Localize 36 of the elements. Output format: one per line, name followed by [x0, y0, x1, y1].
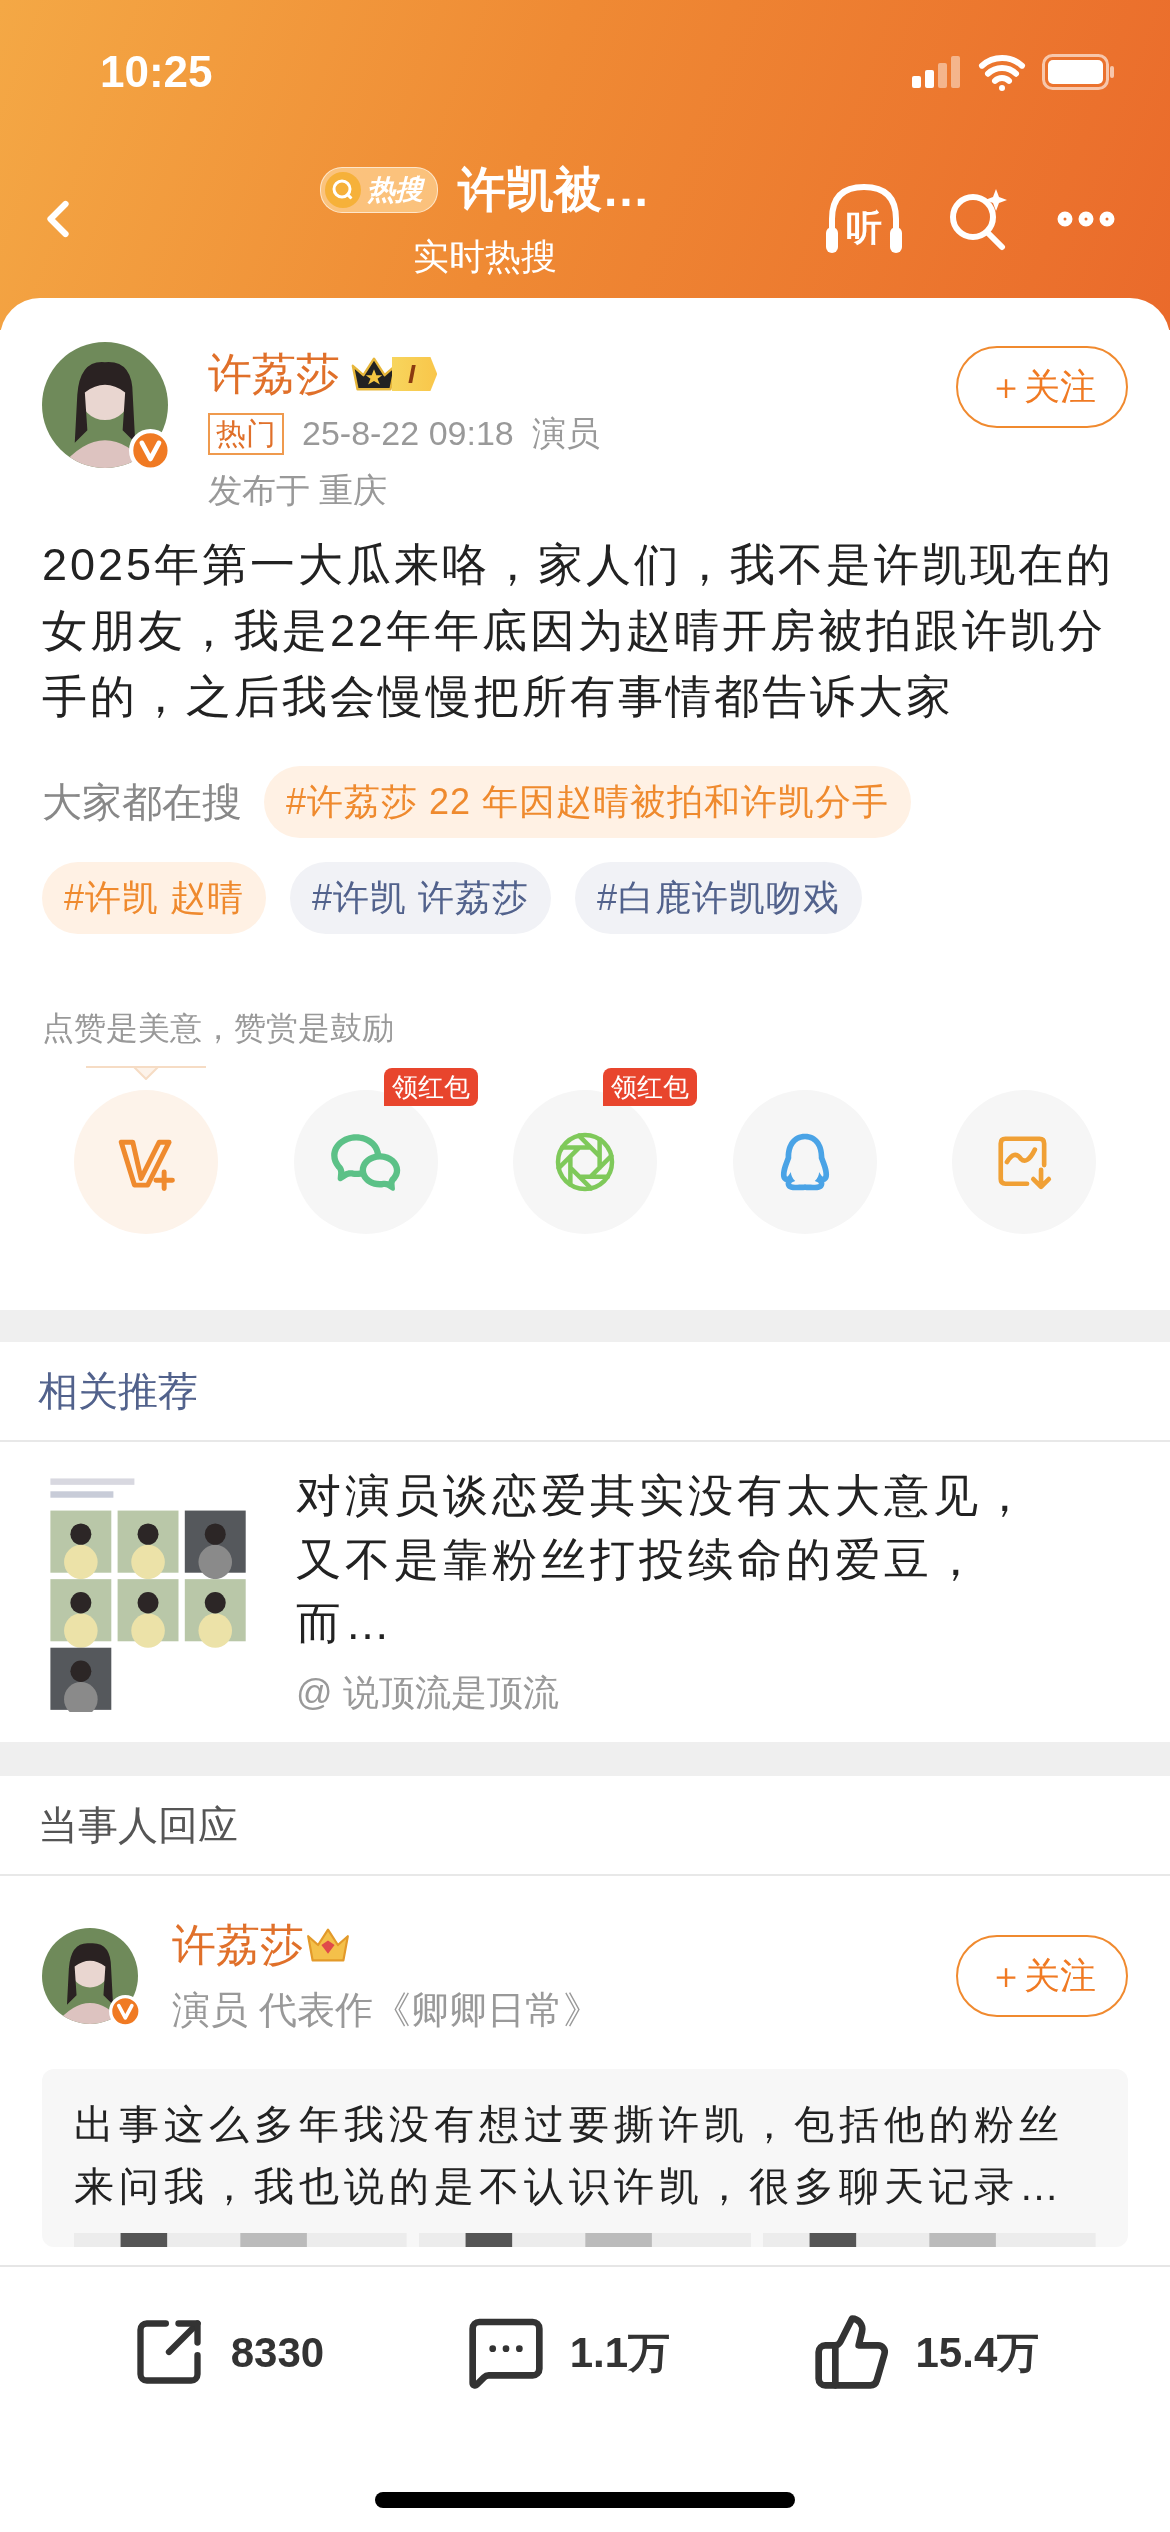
listen-button[interactable]: 听 [822, 179, 906, 259]
page-subtitle: 实时热搜 [413, 235, 557, 279]
reward-badge: 领红包 [383, 1068, 478, 1106]
related-author[interactable]: @ 说顶流是顶流 [296, 1666, 1128, 1720]
reward-badge: 领红包 [603, 1068, 697, 1106]
hashtag-chip[interactable]: #白鹿许凯吻戏 [575, 862, 863, 934]
hashtag-chip[interactable]: #许凯 许荔莎 [290, 862, 552, 934]
hot-tag: 热门 [208, 412, 284, 455]
reward-caption: 点赞是美意，赞赏是鼓励 [42, 1009, 395, 1048]
follow-button[interactable]: ＋关注 [956, 1934, 1128, 2017]
hashtag-chip[interactable]: #许荔莎 22 年因赵晴被拍和许凯分手 [264, 766, 912, 838]
hashtag-chip[interactable]: #许凯 赵晴 [42, 862, 267, 934]
signal-icon [912, 56, 962, 88]
author-bio: 演员 代表作《卿卿日常》 [172, 1988, 602, 2033]
hot-search-badge: 热搜 [320, 167, 438, 213]
post-source: 演员 [531, 413, 600, 454]
quote-text: 出事这么多年我没有想过要撕许凯，包括他的粉丝来问我，我也说的是不认识许凯，很多聊天记录… [74, 2101, 1065, 2210]
status-time: 10:25 [100, 46, 213, 98]
author-name[interactable]: 许荔莎 [172, 1912, 304, 1978]
post-location: 发布于 重庆 [208, 470, 389, 511]
post-time: 25-8-22 09:18 [302, 413, 514, 454]
related-title[interactable]: 对演员谈恋爱其实没有太大意见，又不是靠粉丝打投续命的爱豆，而… [296, 1464, 1128, 1656]
post-text: 2025年第一大瓜来咯，家人们，我不是许凯现在的女朋友，我是22年年底因为赵晴开房被拍跟许凯分手的，之后我会慢慢把所有事情都告诉大家 [42, 538, 1116, 724]
search-icon [325, 172, 361, 208]
level-badge: I [392, 357, 438, 391]
verified-icon [109, 1994, 142, 2028]
section-heading: 相关推荐 [38, 1368, 198, 1415]
action-button[interactable]: 8330 [130, 2314, 325, 2390]
action-button[interactable]: 15.4万 [811, 2312, 1040, 2392]
action-button[interactable]: 1.1万 [465, 2312, 671, 2392]
section-heading: 当事人回应 [38, 1802, 238, 1849]
battery-icon [1042, 54, 1116, 90]
follow-button[interactable]: ＋关注 [956, 346, 1128, 428]
page-title: 许凯被… [458, 162, 650, 218]
author-name[interactable]: 许荔莎 [208, 341, 340, 407]
search-label: 大家都在搜 [42, 779, 242, 826]
